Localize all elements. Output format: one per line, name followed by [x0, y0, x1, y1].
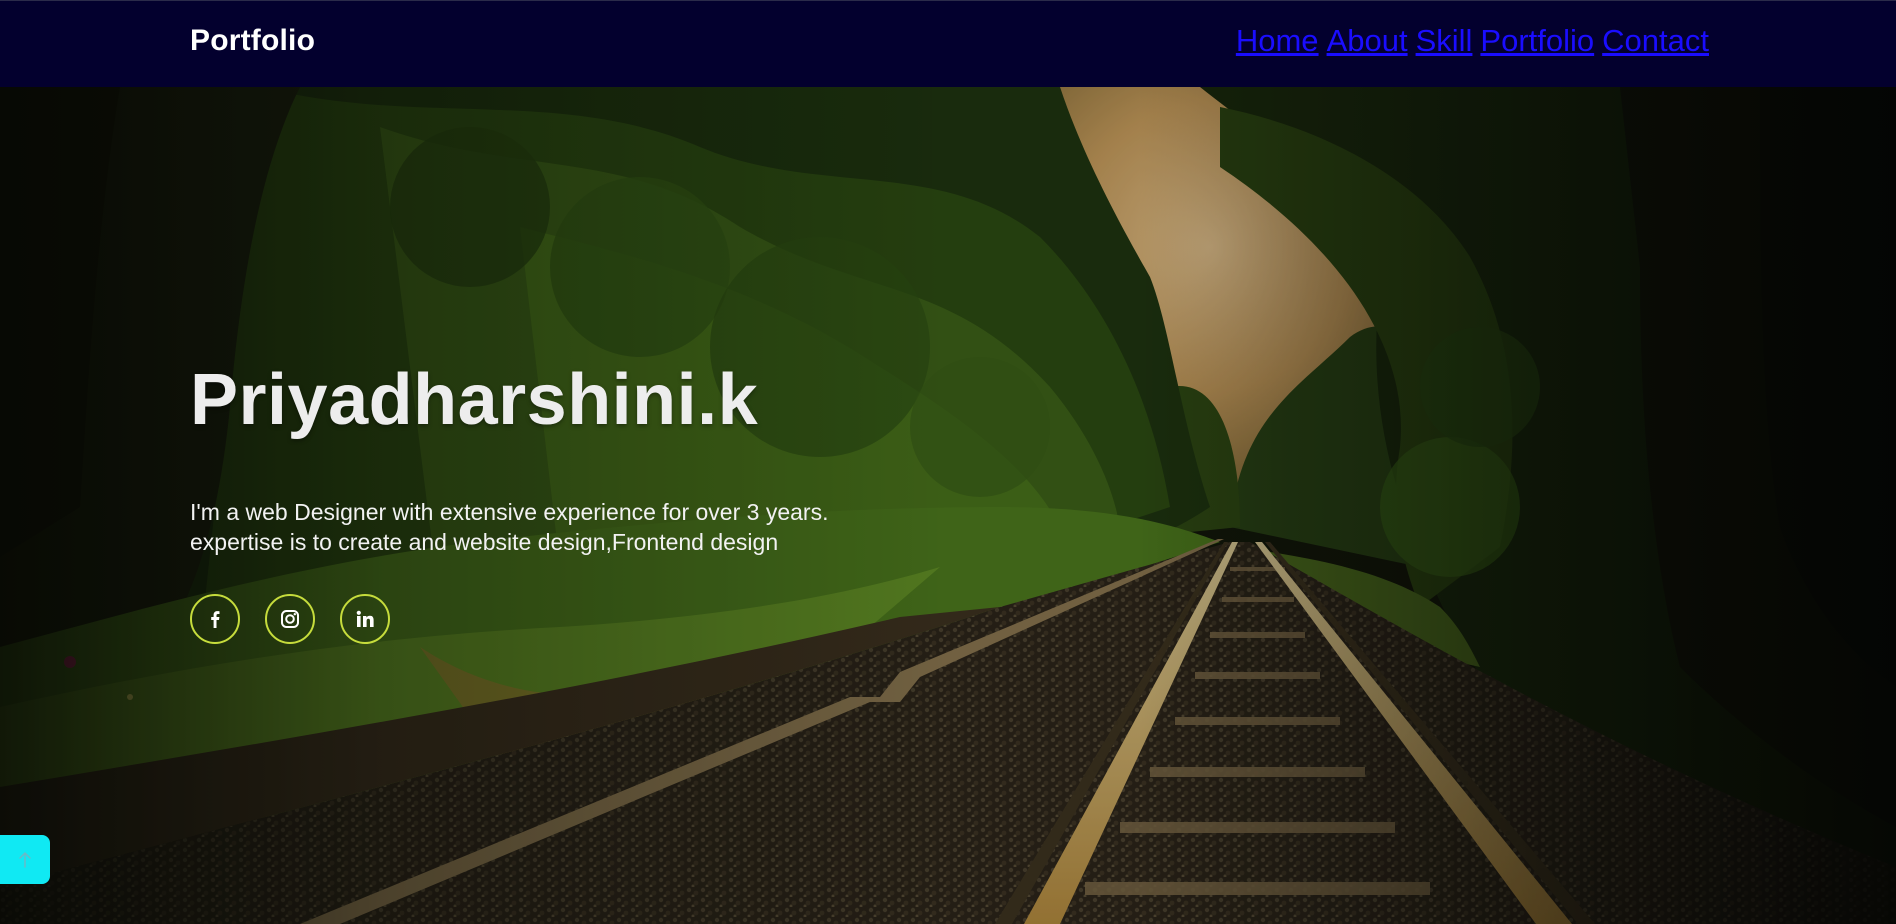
- hero-description-line-1: I'm a web Designer with extensive experi…: [190, 499, 829, 525]
- nav-links: Home About Skill Portfolio Contact: [1236, 23, 1709, 59]
- arrow-up-icon: [19, 851, 31, 868]
- nav-link-contact[interactable]: Contact: [1602, 23, 1709, 59]
- nav-link-portfolio[interactable]: Portfolio: [1480, 23, 1594, 59]
- navbar: Portfolio Home About Skill Portfolio Con…: [0, 0, 1896, 87]
- hero-name: Priyadharshini.k: [190, 360, 759, 440]
- social-links: [190, 594, 390, 644]
- linkedin-icon: [356, 610, 374, 627]
- nav-link-home[interactable]: Home: [1236, 23, 1319, 59]
- nav-link-about[interactable]: About: [1327, 23, 1408, 59]
- portfolio-page: Portfolio Home About Skill Portfolio Con…: [0, 0, 1896, 924]
- linkedin-button[interactable]: [340, 594, 390, 644]
- instagram-button[interactable]: [265, 594, 315, 644]
- hero-section: Priyadharshini.k I'm a web Designer with…: [0, 87, 1896, 924]
- instagram-icon: [281, 610, 299, 628]
- back-to-top-button[interactable]: [0, 835, 50, 884]
- hero-description-line-2: expertise is to create and website desig…: [190, 529, 779, 555]
- brand-logo[interactable]: Portfolio: [190, 24, 315, 58]
- facebook-icon: [211, 611, 220, 628]
- facebook-button[interactable]: [190, 594, 240, 644]
- nav-link-skill[interactable]: Skill: [1416, 23, 1473, 59]
- hero-description: I'm a web Designer with extensive experi…: [190, 497, 828, 557]
